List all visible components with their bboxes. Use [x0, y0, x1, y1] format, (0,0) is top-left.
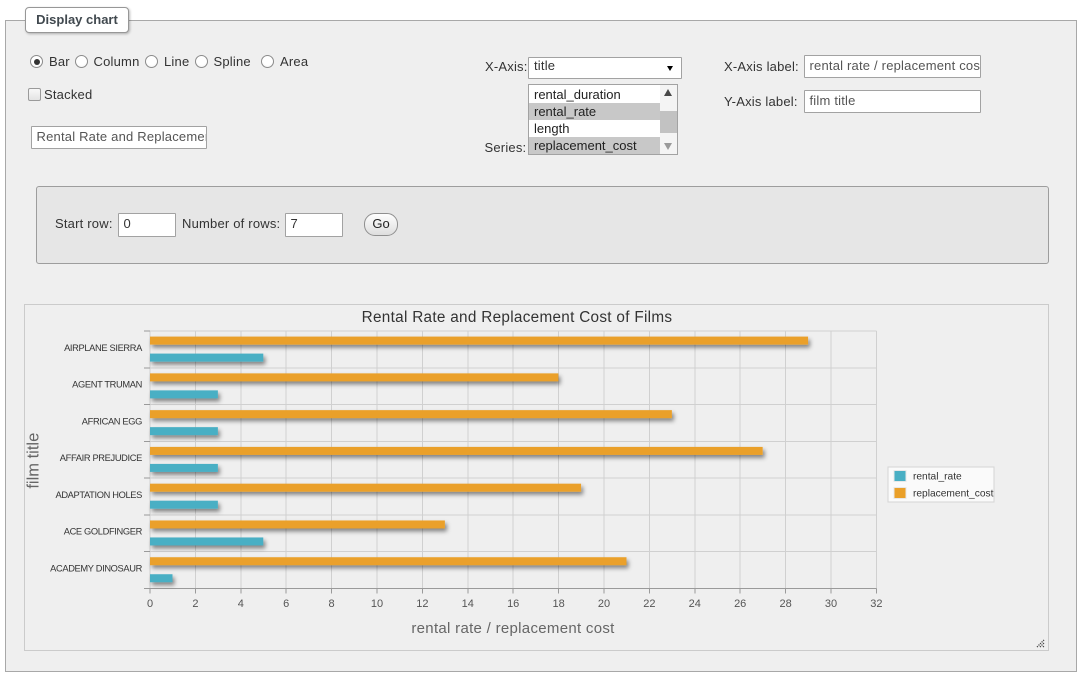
svg-text:10: 10: [371, 598, 383, 610]
svg-text:28: 28: [779, 598, 791, 610]
svg-text:rental_rate: rental_rate: [913, 472, 962, 483]
svg-text:32: 32: [870, 598, 882, 610]
svg-text:8: 8: [329, 598, 335, 610]
svg-text:AFRICAN EGG: AFRICAN EGG: [82, 416, 142, 426]
svg-text:4: 4: [238, 598, 244, 610]
svg-text:30: 30: [825, 598, 837, 610]
svg-text:Rental Rate and Replacement Co: Rental Rate and Replacement Cost of Film…: [362, 309, 673, 326]
svg-text:rental rate / replacement cost: rental rate / replacement cost: [411, 620, 615, 637]
svg-text:26: 26: [734, 598, 746, 610]
svg-text:AFFAIR PREJUDICE: AFFAIR PREJUDICE: [60, 453, 142, 463]
svg-text:24: 24: [689, 598, 701, 610]
svg-text:AIRPLANE SIERRA: AIRPLANE SIERRA: [64, 343, 143, 353]
svg-text:20: 20: [598, 598, 610, 610]
svg-text:film title: film title: [25, 433, 43, 489]
svg-text:12: 12: [416, 598, 428, 610]
svg-text:18: 18: [552, 598, 564, 610]
svg-text:ACADEMY DINOSAUR: ACADEMY DINOSAUR: [50, 564, 142, 574]
svg-text:0: 0: [147, 598, 153, 610]
svg-text:6: 6: [283, 598, 289, 610]
svg-text:2: 2: [192, 598, 198, 610]
svg-text:16: 16: [507, 598, 519, 610]
svg-text:replacement_cost: replacement_cost: [913, 489, 994, 500]
svg-text:14: 14: [462, 598, 474, 610]
svg-text:ACE GOLDFINGER: ACE GOLDFINGER: [64, 527, 143, 537]
svg-text:22: 22: [643, 598, 655, 610]
svg-text:ADAPTATION HOLES: ADAPTATION HOLES: [55, 490, 142, 500]
svg-text:AGENT TRUMAN: AGENT TRUMAN: [72, 380, 142, 390]
